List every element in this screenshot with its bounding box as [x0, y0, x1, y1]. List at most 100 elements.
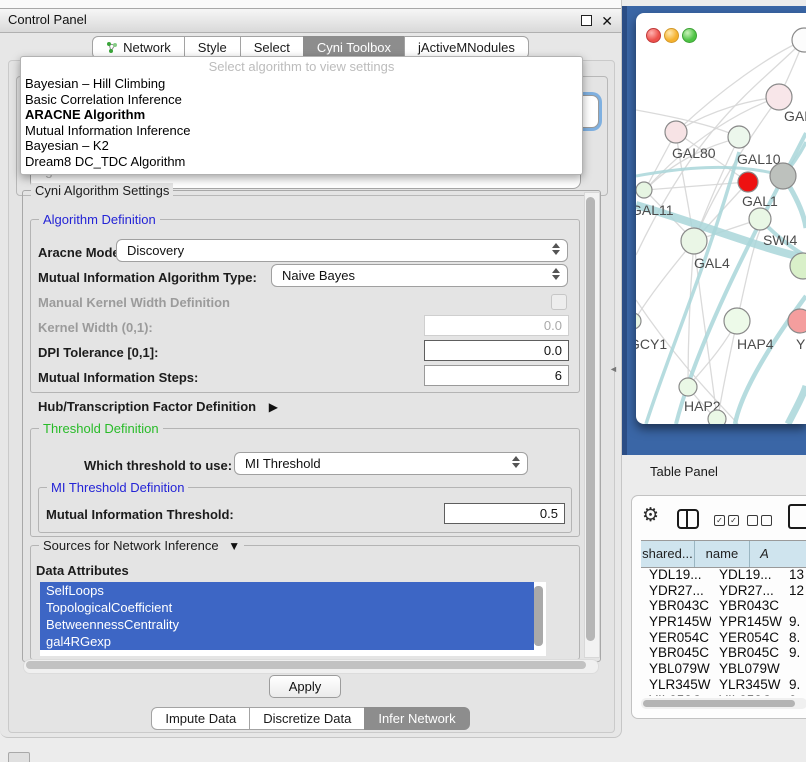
mi-threshold-field[interactable]: 0.5: [444, 503, 565, 524]
sources-toggle[interactable]: Sources for Network Inference ▼: [39, 538, 244, 553]
tab-impute-data[interactable]: Impute Data: [151, 707, 250, 730]
scrollbar-thumb[interactable]: [643, 700, 795, 707]
tab-discretize-data[interactable]: Discretize Data: [249, 707, 365, 730]
tab-label: Cyni Toolbox: [317, 37, 391, 58]
cell: YPR145W: [649, 614, 711, 629]
cell: 8.: [789, 630, 806, 645]
settings-horizontal-scrollbar[interactable]: [23, 659, 599, 674]
settings-vertical-scrollbar[interactable]: [584, 192, 600, 658]
table-rows: YDL19...YDL19...13YDR27...YDR27...12YBR0…: [641, 567, 806, 696]
close-icon[interactable]: ✕: [601, 11, 613, 31]
deselect-all-columns-icon[interactable]: [747, 515, 772, 526]
attribute-item-betweennesscentrality[interactable]: BetweennessCentrality: [40, 616, 534, 633]
network-node-gal4[interactable]: [681, 228, 707, 254]
network-edge[interactable]: [645, 182, 748, 190]
float-window-icon[interactable]: [581, 15, 592, 26]
table-row[interactable]: YBR043CYBR043C: [641, 598, 806, 614]
attribute-item-topologicalcoefficient[interactable]: TopologicalCoefficient: [40, 599, 534, 616]
table-panel: ⚙ ✓✓ shared...nameA YDL19...YDL19...13YD…: [631, 495, 806, 719]
algorithm-option-bayesian-hill-climbing[interactable]: Bayesian – Hill Climbing: [21, 76, 582, 92]
algorithm-popup-list: Bayesian – Hill ClimbingBasic Correlatio…: [21, 76, 582, 170]
table-header-row: shared...nameA: [641, 540, 806, 568]
which-threshold-combobox[interactable]: MI Threshold: [234, 452, 528, 475]
aracne-mode-combobox[interactable]: Discovery: [116, 239, 568, 262]
network-node-gal1[interactable]: [749, 208, 771, 230]
select-all-columns-icon[interactable]: ✓✓: [714, 515, 739, 526]
zoom-traffic-light-icon[interactable]: [682, 28, 697, 43]
column-header-shared[interactable]: shared...: [641, 541, 695, 567]
network-node-gal80[interactable]: [665, 121, 687, 143]
cell: 9.: [789, 614, 806, 629]
network-node-y[interactable]: [788, 309, 806, 333]
minimize-traffic-light-icon[interactable]: [664, 28, 679, 43]
algorithm-option-aracne-algorithm[interactable]: ARACNE Algorithm: [21, 107, 582, 123]
tab-label: Style: [198, 37, 227, 58]
network-node-gal11[interactable]: [636, 182, 652, 198]
cell: 9.: [789, 677, 806, 692]
algorithm-option-bayesian-k2[interactable]: Bayesian – K2: [21, 138, 582, 154]
kernel-width-label: Kernel Width (0,1):: [38, 320, 153, 335]
cell: YLR345W: [649, 677, 711, 692]
table-row[interactable]: YIL052CYIL052C9.: [641, 693, 806, 697]
table-panel-title: Table Panel: [650, 464, 718, 479]
attributes-scrollbar-thumb[interactable]: [534, 586, 543, 646]
column-header-a[interactable]: A: [750, 541, 806, 567]
tab-label: Impute Data: [165, 708, 236, 729]
cell: 9.: [789, 645, 806, 660]
algorithm-option-mutual-information-inference[interactable]: Mutual Information Inference: [21, 123, 582, 139]
combo-arrows-icon: [552, 243, 560, 255]
mi-steps-field[interactable]: 6: [424, 365, 569, 386]
network-node[interactable]: [738, 172, 758, 192]
network-node[interactable]: [770, 163, 796, 189]
hub-section-toggle[interactable]: Hub/Transcription Factor Definition ▶: [38, 399, 278, 414]
table-row[interactable]: YBR045CYBR045C9.: [641, 645, 806, 661]
table-row[interactable]: YBL079WYBL079W: [641, 661, 806, 677]
tab-infer-network[interactable]: Infer Network: [364, 707, 469, 730]
network-node-gal[interactable]: [766, 84, 792, 110]
column-header-name[interactable]: name: [695, 541, 750, 567]
mi-type-combobox[interactable]: Naive Bayes: [271, 264, 568, 287]
algorithm-option-basic-correlation-inference[interactable]: Basic Correlation Inference: [21, 92, 582, 108]
apply-button[interactable]: Apply: [269, 675, 341, 698]
algorithm-option-dream8-dc-tdc-algorithm[interactable]: Dream8 DC_TDC Algorithm: [21, 154, 582, 170]
control-panel-titlebar[interactable]: Control Panel ✕: [0, 8, 621, 33]
table-row[interactable]: YDR27...YDR27...12: [641, 583, 806, 599]
network-node-hap4[interactable]: [724, 308, 750, 334]
attribute-item-gal4rgexp[interactable]: gal4RGexp: [40, 633, 534, 650]
aracne-mode-label: Aracne Mode:: [38, 245, 124, 260]
columns-icon[interactable]: [677, 509, 699, 529]
dpi-tolerance-field[interactable]: 0.0: [424, 340, 569, 361]
table-row[interactable]: YPR145WYPR145W9.: [641, 614, 806, 630]
network-node-hap2[interactable]: [679, 378, 697, 396]
scrollbar-thumb[interactable]: [586, 197, 595, 641]
network-edge[interactable]: [718, 321, 737, 418]
table-row[interactable]: YDL19...YDL19...13: [641, 567, 806, 583]
screen: Control Panel ✕ NetworkStyleSelectCyni T…: [0, 0, 806, 762]
kernel-width-field[interactable]: 0.0: [424, 315, 569, 336]
data-attributes-list[interactable]: SelfLoopsTopologicalCoefficientBetweenne…: [40, 582, 546, 656]
minimized-panel-button[interactable]: [8, 752, 30, 762]
table-row[interactable]: YER054CYER054C8.: [641, 630, 806, 646]
scrollbar-thumb[interactable]: [26, 661, 586, 669]
network-node-gal10[interactable]: [728, 126, 750, 148]
mi-threshold-label: Mutual Information Threshold:: [46, 507, 234, 522]
network-node[interactable]: [708, 410, 726, 424]
function-builder-icon[interactable]: [788, 504, 806, 529]
which-threshold-value: MI Threshold: [245, 456, 321, 471]
splitter-arrow-icon[interactable]: ◄: [609, 364, 618, 374]
network-edge[interactable]: [788, 386, 806, 424]
network-node[interactable]: [792, 28, 806, 52]
network-edge[interactable]: [636, 167, 781, 176]
network-edge[interactable]: [636, 40, 804, 255]
close-traffic-light-icon[interactable]: [646, 28, 661, 43]
manual-kernel-checkbox[interactable]: [551, 294, 567, 310]
manual-kernel-label: Manual Kernel Width Definition: [38, 295, 230, 310]
network-node-gcy1[interactable]: [636, 313, 641, 329]
settings-gear-icon[interactable]: ⚙: [642, 506, 659, 525]
network-canvas[interactable]: GALGAL80GAL10GAL11GAL1SWI4GAL4GCY1HAP4YH…: [636, 13, 806, 424]
network-edge[interactable]: [645, 97, 779, 190]
collapse-right-icon: ▶: [269, 400, 278, 414]
attribute-item-selfloops[interactable]: SelfLoops: [40, 582, 534, 599]
table-horizontal-scrollbar[interactable]: [641, 698, 806, 709]
table-row[interactable]: YLR345WYLR345W9.: [641, 677, 806, 693]
